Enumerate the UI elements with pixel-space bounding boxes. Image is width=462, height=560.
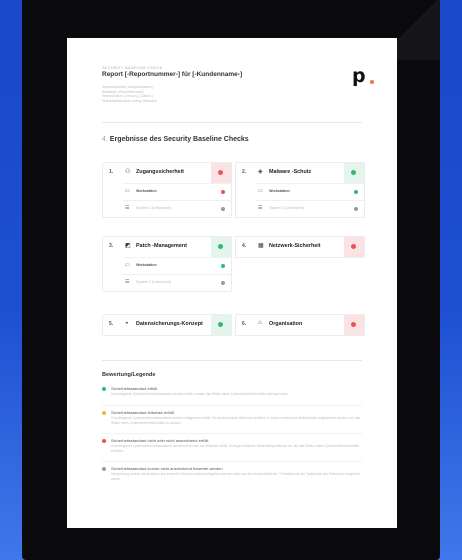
subitem-label: Workstation	[269, 189, 290, 193]
status-cell	[211, 237, 231, 257]
organisation-icon: ⌂	[258, 320, 262, 326]
laptop-icon: ▭	[125, 262, 130, 268]
status-cell	[344, 237, 364, 257]
status-dot-grey	[221, 207, 225, 211]
status-dot-grey	[102, 467, 106, 471]
status-dot-red	[221, 190, 225, 194]
status-dot-green	[218, 244, 223, 249]
tablet-frame: SECURITY BASELINE CHECK Report [-Reportn…	[22, 0, 440, 560]
card-subitem: ☰ System 2 (Urbekannt)	[123, 200, 231, 217]
result-card: 3. ◩ Patch -Management ▭ Workstation ☰ System …	[102, 236, 232, 292]
result-card: 1. ⚇ Zugangssicherheit ▭ Workstation ☰ System …	[102, 162, 232, 218]
card-number: 2.	[242, 169, 247, 175]
legend-description: Überprüfung konnte mit Analysen aus exte…	[111, 472, 360, 481]
report-meta: Ansprechpartner [-Ansprechpartner-] Bear…	[102, 85, 157, 103]
result-card: 4. ▦ Netzwerk-Sicherheit	[235, 236, 365, 258]
status-dot-green	[354, 190, 358, 194]
card-title: Zugangssicherheit	[136, 169, 184, 175]
report-title: Report [-Reportnummer-] für [-Kundenname…	[102, 71, 243, 78]
network-icon: ▦	[258, 243, 264, 249]
card-title: Malware -Schutz	[269, 169, 312, 175]
status-dot-green	[102, 387, 106, 391]
card-header: 2. ◈ Malware -Schutz	[236, 163, 364, 183]
card-header: 1. ⚇ Zugangssicherheit	[103, 163, 231, 183]
status-dot-green	[218, 322, 223, 327]
card-subitem: ▭ Workstation	[123, 183, 231, 200]
card-number: 1.	[109, 169, 114, 175]
status-cell	[211, 315, 231, 335]
legend-title: Bewertung/Legende	[102, 372, 156, 378]
card-subitem: ▭ Workstation	[256, 183, 364, 200]
laptop-icon: ▭	[125, 188, 130, 194]
company-logo: p	[352, 65, 366, 87]
card-header: 5. ◒ Datensicherungs-Konzept	[103, 315, 231, 335]
card-number: 3.	[109, 243, 114, 249]
status-dot-red	[351, 322, 356, 327]
meta-line: Ansprechpartner [-Ansprechpartner-]	[102, 85, 154, 89]
legend-heading: Sicherheitsstandard nicht oder nicht aus…	[111, 438, 209, 443]
backup-icon: ◒	[125, 320, 129, 326]
card-subitem: ☰ System 2 (Urbekannt)	[123, 274, 231, 291]
legend-description: Grundlegende Cybersicherheitsstandards w…	[111, 444, 359, 453]
legend-description: Grundlegende Cybersicherheitsstandards w…	[111, 416, 361, 425]
card-number: 6.	[242, 321, 247, 327]
result-card: 5. ◒ Datensicherungs-Konzept	[102, 314, 232, 336]
legend-divider	[102, 433, 362, 434]
patch-icon: ◩	[125, 243, 131, 249]
status-dot-red	[351, 244, 356, 249]
server-icon: ☰	[125, 279, 130, 285]
user-group-icon: ⚇	[125, 169, 131, 175]
laptop-icon: ▭	[258, 188, 263, 194]
section-number: 4.	[102, 136, 108, 143]
status-dot-green	[221, 264, 225, 268]
card-title: Patch -Management	[136, 243, 187, 249]
logo-dot	[370, 80, 374, 84]
legend-heading: Sicherheitsstandard konnte nicht ausreic…	[111, 466, 223, 471]
divider	[102, 360, 362, 361]
card-header: 4. ▦ Netzwerk-Sicherheit	[236, 237, 364, 257]
status-cell	[211, 163, 231, 183]
card-subitem: ▭ Workstation	[123, 257, 231, 274]
status-cell	[344, 315, 364, 335]
status-cell	[344, 163, 364, 183]
legend-heading: Sicherheitsstandard teilweise erfüllt	[111, 410, 174, 415]
subitem-label: System 2 (Urbekannt)	[136, 280, 171, 284]
status-dot-grey	[221, 281, 225, 285]
section-title-text: Ergebnisse des Security Baseline Checks	[109, 136, 249, 143]
card-header: 6. ⌂ Organisation	[236, 315, 364, 335]
status-dot-yellow	[102, 411, 106, 415]
card-number: 4.	[242, 243, 247, 249]
shield-icon: ◈	[258, 169, 263, 175]
report-label: SECURITY BASELINE CHECK	[102, 65, 163, 70]
card-title: Datensicherungs-Konzept	[136, 321, 203, 327]
legend-heading: Sicherheitsstandard erfüllt	[111, 386, 158, 391]
status-dot-grey	[354, 207, 358, 211]
card-subitem: ☰ System 2 (Urbekannt)	[256, 200, 364, 217]
divider	[102, 122, 362, 123]
section-title: 4. Ergebnisse des Security Baseline Chec…	[102, 136, 249, 143]
server-icon: ☰	[125, 205, 130, 211]
card-number: 5.	[109, 321, 114, 327]
status-dot-red	[102, 439, 106, 443]
subitem-label: Workstation	[136, 263, 157, 267]
subitem-label: System 2 (Urbekannt)	[136, 206, 171, 210]
legend-divider	[102, 461, 362, 462]
result-card: 6. ⌂ Organisation	[235, 314, 365, 336]
report-page: SECURITY BASELINE CHECK Report [-Reportn…	[67, 38, 397, 528]
card-title: Netzwerk-Sicherheit	[269, 243, 321, 249]
status-dot-red	[218, 170, 223, 175]
server-icon: ☰	[258, 205, 263, 211]
meta-line: Vertraulichkeitsstufe: streng vertraulic…	[102, 98, 157, 103]
subitem-label: System 2 (Urbekannt)	[269, 206, 304, 210]
legend-divider	[102, 405, 362, 406]
status-dot-green	[351, 170, 356, 175]
result-card: 2. ◈ Malware -Schutz ▭ Workstation ☰ System 2 …	[235, 162, 365, 218]
subitem-label: Workstation	[136, 189, 157, 193]
legend-description: Grundlegende Cybersicherheitsstandards w…	[111, 392, 289, 396]
card-header: 3. ◩ Patch -Management	[103, 237, 231, 257]
card-title: Organisation	[269, 321, 303, 327]
